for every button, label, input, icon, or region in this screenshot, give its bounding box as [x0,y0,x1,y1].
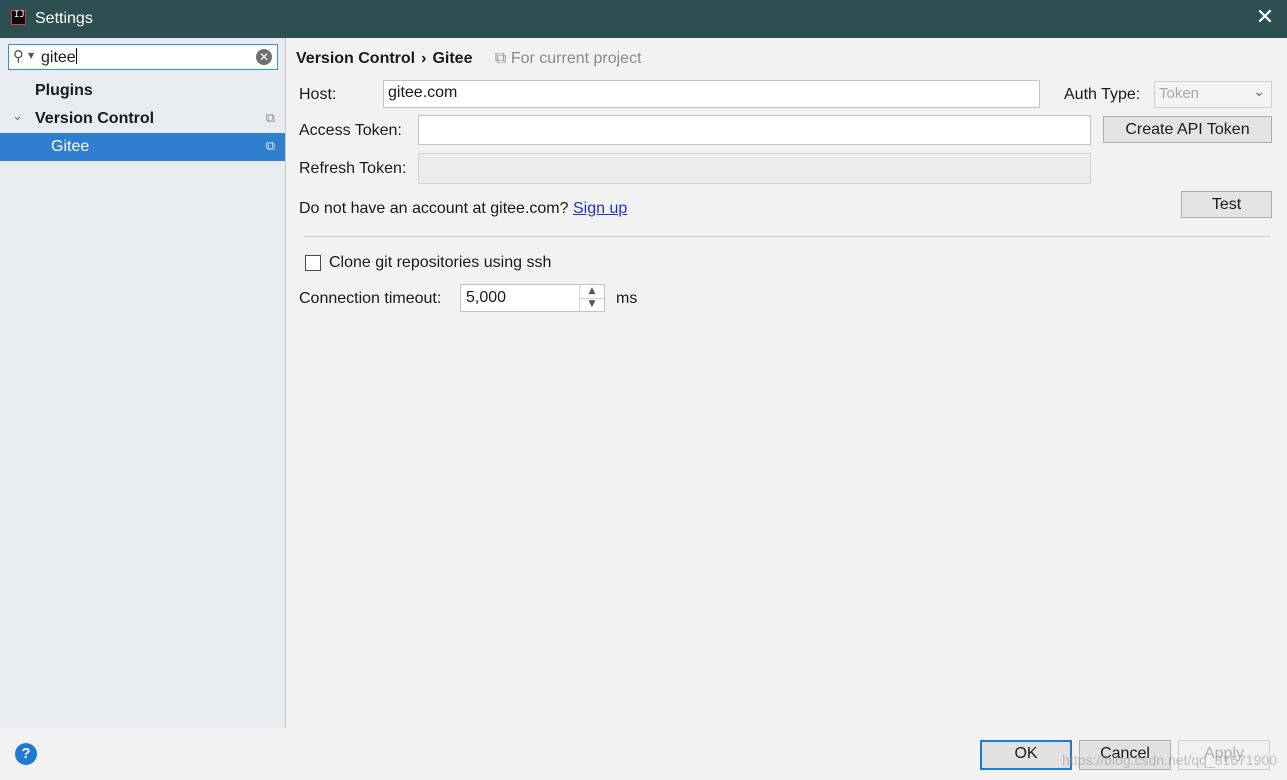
connection-timeout-label: Connection timeout: [299,290,442,307]
host-field[interactable]: gitee.com [383,80,1040,108]
chevron-down-icon: ⌄ [1253,84,1265,100]
text-cursor [75,48,77,64]
clear-search-icon[interactable]: ✕ [256,49,272,65]
create-api-token-button[interactable]: Create API Token [1103,116,1272,143]
auth-type-label: Auth Type: [1064,86,1141,103]
project-scope-icon: ⧉ [265,111,275,126]
tree-item-label: Gitee [51,138,90,155]
search-value: gitee [41,49,76,66]
auth-type-value: Token [1159,85,1200,102]
breadcrumb-parent[interactable]: Version Control [296,50,415,67]
connection-timeout-spinner[interactable]: 5,000 ▲ ▼ [460,284,605,312]
increment-icon[interactable]: ▲ [580,285,604,299]
clone-ssh-checkbox[interactable] [305,255,321,271]
timeout-unit: ms [616,290,638,307]
search-input[interactable]: ⚲ ▼ gitee ✕ [8,44,278,70]
title-bar: IJ Settings ✕ [0,0,1287,38]
sign-up-link[interactable]: Sign up [573,200,627,217]
breadcrumb-scope: For current project [510,50,642,67]
breadcrumb: Version Control › Gitee ⧉ For current proj… [296,50,642,68]
help-icon[interactable]: ? [15,743,37,765]
decrement-icon[interactable]: ▼ [580,298,604,311]
settings-content: Version Control › Gitee ⧉ For current proj… [286,38,1287,728]
tree-item-label: Version Control [35,110,155,127]
tree-item-gitee[interactable]: Gitee ⧉ [0,133,285,161]
settings-sidebar: ⚲ ▼ gitee ✕ Plugins ⌄ Version Control ⧉ … [0,38,286,728]
tree-item-plugins[interactable]: Plugins [0,77,285,105]
divider [304,236,1270,237]
close-icon[interactable]: ✕ [1253,6,1277,30]
access-token-label: Access Token: [299,122,402,139]
project-scope-icon: ⧉ [265,139,275,154]
watermark: https://blog.csdn.net/qq_31671900 [1062,752,1277,768]
connection-timeout-value: 5,000 [466,289,507,306]
window-title: Settings [35,10,93,27]
intellij-icon: IJ [11,10,26,25]
chevron-down-icon[interactable]: ⌄ [12,109,23,124]
tree-item-label: Plugins [35,82,93,99]
auth-type-select[interactable]: Token ⌄ [1154,81,1272,108]
breadcrumb-current: Gitee [432,50,473,67]
tree-item-version-control[interactable]: ⌄ Version Control ⧉ [0,105,285,133]
search-history-dropdown-icon[interactable]: ▼ [28,51,34,60]
access-token-field[interactable] [418,115,1091,145]
dialog-footer: ? OK Cancel Apply https://blog.csdn.net/… [0,728,1287,780]
account-prompt: Do not have an account at gitee.com? [299,200,569,217]
clone-ssh-label: Clone git repositories using ssh [329,254,552,271]
test-button[interactable]: Test [1181,191,1272,218]
search-icon[interactable]: ⚲ [13,47,24,65]
breadcrumb-separator: › [421,50,427,67]
ok-button[interactable]: OK [980,740,1072,770]
host-label: Host: [299,86,337,103]
refresh-token-label: Refresh Token: [299,160,407,177]
refresh-token-field[interactable] [418,153,1091,184]
project-scope-icon: ⧉ [494,50,507,67]
